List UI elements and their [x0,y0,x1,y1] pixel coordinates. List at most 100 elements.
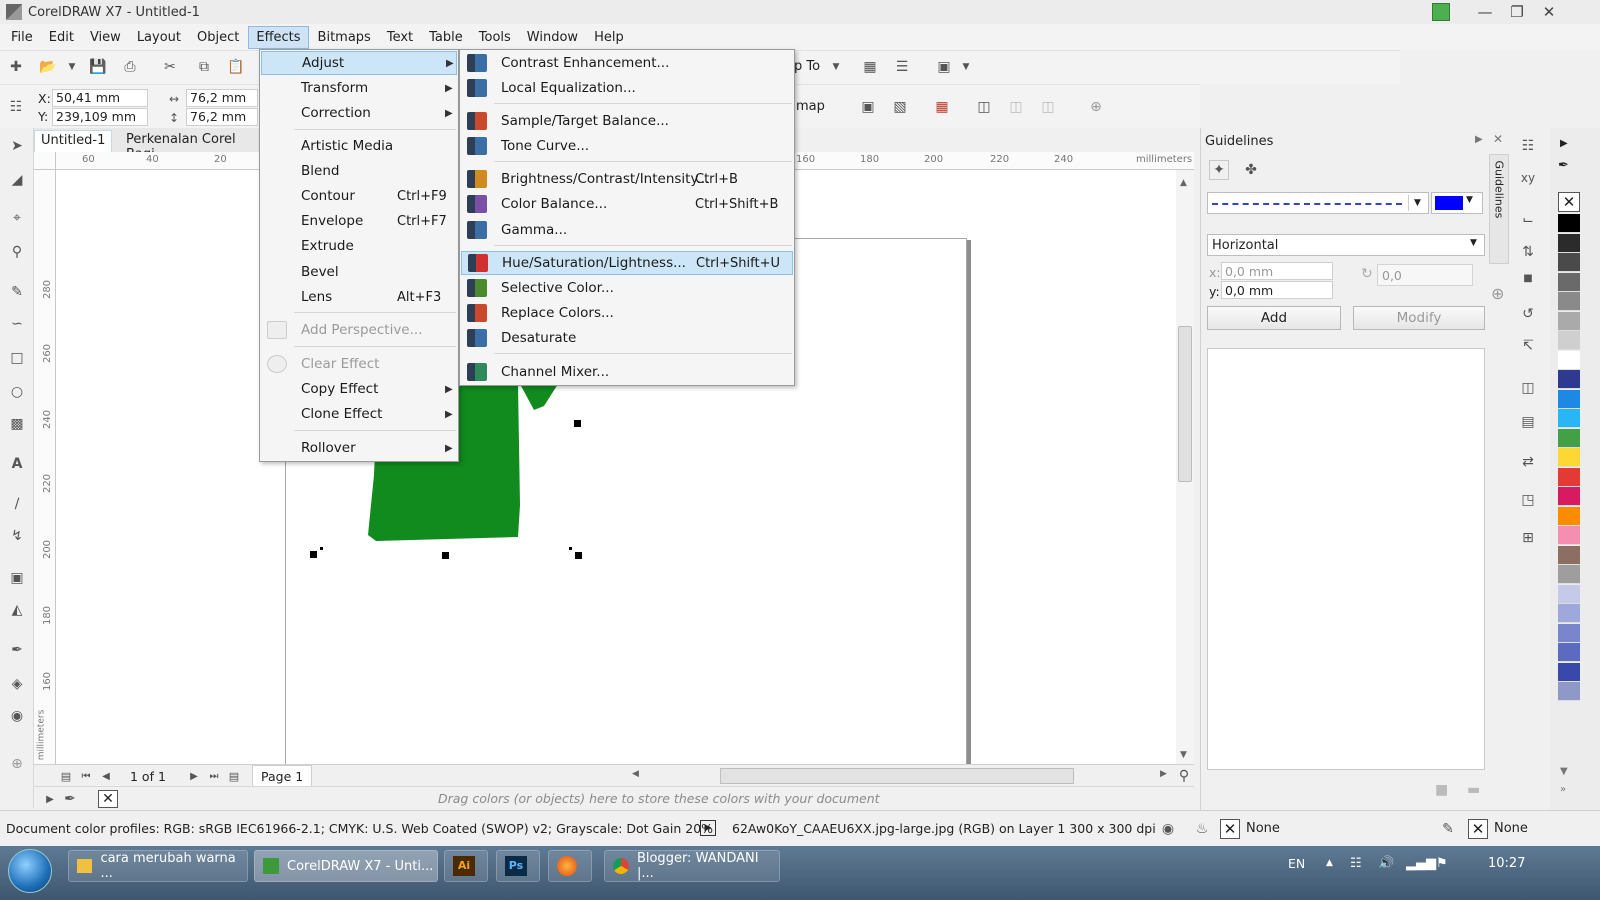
taskbar-item-photoshop[interactable]: Ps [496,850,540,882]
width-field[interactable]: 76,2 mm [186,89,258,107]
color-eyedropper-icon[interactable]: ✒ [7,640,27,660]
effects-menu-item-blend[interactable]: Blend [261,159,457,183]
parallel-dimension-icon[interactable]: ∕ [7,494,27,514]
fill-bucket-icon[interactable]: ♨ [1192,819,1212,839]
height-field[interactable]: 76,2 mm [186,108,258,126]
options-icon[interactable]: ▦ [860,57,880,77]
skew-icon[interactable]: ↸ [1518,336,1538,356]
menu-window[interactable]: Window [520,27,585,48]
adjust-menu-item-color-balance[interactable]: Color Balance... Ctrl+Shift+B [461,192,793,216]
taskbar-item-folder[interactable]: cara merubah warna ... [68,850,248,882]
palette-swatch[interactable] [1558,311,1580,331]
palette-eyedropper-icon[interactable]: ✒ [1558,158,1569,173]
fill-none-swatch[interactable]: ✕ [1220,819,1240,839]
selection-handle[interactable] [442,552,449,559]
object-properties-icon[interactable]: ◉ [1158,819,1178,839]
break-apart-icon[interactable]: ◫ [1038,97,1058,117]
combine-icon[interactable]: ◫ [1006,97,1026,117]
view-settings-icon[interactable]: ☰ [892,57,912,77]
restore-icon[interactable]: ❐ [1504,2,1530,22]
freehand-tool-icon[interactable]: ✎ [7,282,27,302]
orientation-dropdown[interactable]: Horizontal ▼ [1207,234,1485,256]
open-folder-icon[interactable]: 📂 [38,57,58,77]
distribute-icon[interactable]: ▤ [1518,412,1538,432]
palette-swatch[interactable] [1558,233,1580,253]
bitmap-button[interactable]: map [796,99,825,114]
palette-swatch[interactable] [1558,545,1580,565]
palette-swatch[interactable] [1558,487,1580,506]
volume-icon[interactable]: 🔊 [1378,856,1394,871]
x-position-field[interactable]: 50,41 mm [52,89,148,107]
adjust-menu-item-channel-mixer[interactable]: Channel Mixer... [461,360,793,384]
effects-menu-item-extrude[interactable]: Extrude [261,234,457,258]
new-document-icon[interactable]: ✚ [6,57,26,77]
taskbar-item-firefox[interactable] [548,850,592,882]
copy-icon[interactable]: ⧉ [194,57,214,77]
drop-shadow-icon[interactable]: ▣ [7,568,27,588]
palette-expand-icon[interactable]: » [1560,784,1566,795]
guideline-preset-icon[interactable]: ✦ [1209,160,1229,180]
adjust-menu-item-replace-colors[interactable]: Replace Colors... [461,301,793,325]
ruler-corner[interactable] [34,152,56,170]
menu-tools[interactable]: Tools [472,27,518,48]
minimize-icon[interactable]: — [1472,2,1498,22]
eyedropper-icon[interactable]: ✒ [60,789,80,809]
effects-menu-item-artistic-media[interactable]: Artistic Media [261,134,457,158]
palette-swatch[interactable] [1558,272,1580,292]
ellipse-tool-icon[interactable]: ○ [7,382,27,402]
notification-icon[interactable] [1432,3,1450,21]
taskbar-item-illustrator[interactable]: Ai [444,850,488,882]
scroll-left-icon[interactable]: ◀ [632,769,639,779]
vertical-scrollbar[interactable]: ▲ ▼ [1176,170,1194,764]
selection-handle[interactable] [310,551,317,558]
start-button[interactable] [8,849,52,893]
snap-to-dropdown[interactable]: p To [794,59,820,74]
y-position-field[interactable]: 239,109 mm [52,108,148,126]
taskbar-item-chrome[interactable]: Blogger: WANDANI |... [604,850,780,882]
adjust-menu-item-hue-saturation-lightness[interactable]: Hue/Saturation/Lightness... Ctrl+Shift+U [461,251,793,275]
horizontal-scroll-thumb[interactable] [720,768,1074,784]
save-icon[interactable]: 💾 [88,57,108,77]
status-arrow-icon[interactable]: ▶ [700,820,716,836]
docker-side-tab[interactable]: Guidelines [1489,154,1509,264]
add-tool-icon[interactable]: ⊕ [7,754,27,774]
guide-y-field[interactable]: 0,0 mm [1221,281,1333,299]
tab-page-1[interactable]: Page 1 [252,765,313,787]
palette-none-swatch[interactable]: ✕ [1558,192,1580,212]
xy-position-icon[interactable]: xy [1518,168,1538,188]
effects-menu-item-lens[interactable]: Lens Alt+F3 [261,285,457,309]
artistic-media-icon[interactable]: ∽ [7,314,27,334]
palette-swatch[interactable] [1558,506,1580,526]
palette-swatch[interactable] [1558,662,1580,682]
menu-layout[interactable]: Layout [130,27,188,48]
action-center-icon[interactable]: ⚑ [1436,856,1448,871]
transform-icon[interactable]: ◳ [1518,490,1538,510]
adjust-menu-item-selective-color[interactable]: Selective Color... [461,276,793,300]
menu-effects[interactable]: Effects [248,25,309,49]
paste-icon[interactable]: 📋 [226,57,246,77]
palette-swatch[interactable] [1558,623,1580,643]
pick-tool-icon[interactable]: ➤ [7,136,27,156]
signal-icon[interactable]: ▂▄▆ [1406,856,1436,871]
interactive-fill-icon[interactable]: ◈ [7,674,27,694]
cut-icon[interactable]: ✂ [160,57,180,77]
palette-menu-icon[interactable]: ▶ [40,789,60,809]
adjust-menu-item-brightness-contrast-intensity[interactable]: Brightness/Contrast/Intensity... Ctrl+B [461,167,793,191]
effects-menu-item-rollover[interactable]: Rollover ▶ [261,436,457,460]
tray-network-icon[interactable]: ☷ [1350,856,1362,871]
effects-menu-item-envelope[interactable]: Envelope Ctrl+F7 [261,209,457,233]
add-page-after-icon[interactable]: ▤ [224,766,244,786]
guidelines-list[interactable] [1207,348,1485,770]
menu-help[interactable]: Help [587,27,631,48]
menu-file[interactable]: File [4,27,40,48]
effects-menu-item-correction[interactable]: Correction ▶ [261,101,457,125]
scale-icon[interactable]: ⇅ [1518,242,1538,262]
docker-expand-icon[interactable]: ▶ [1475,134,1483,145]
scroll-thumb[interactable] [1178,326,1192,482]
object-origin-icon[interactable]: ☷ [6,97,26,117]
adjust-menu-item-gamma[interactable]: Gamma... [461,218,793,242]
adjust-menu-item-contrast-enhancement[interactable]: Contrast Enhancement... [461,51,793,75]
palette-swatch[interactable] [1558,467,1580,487]
print-icon[interactable]: ⎙ [120,57,140,77]
palette-swatch[interactable] [1558,643,1580,662]
